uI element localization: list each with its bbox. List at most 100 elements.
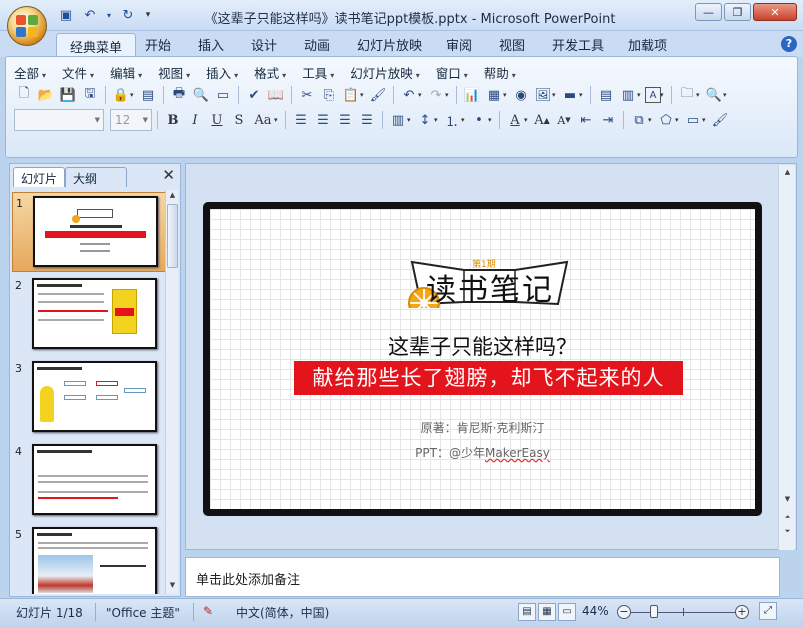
office-button[interactable] <box>7 6 47 46</box>
slide-layout-icon[interactable]: ▥ <box>618 85 638 105</box>
scrollbar-thumb[interactable] <box>167 204 178 268</box>
undo-dropdown-icon[interactable]: ▾ <box>104 6 114 24</box>
menu-edit[interactable]: 编辑 ▾ <box>110 63 142 82</box>
menu-tools[interactable]: 工具 ▾ <box>302 63 334 82</box>
print-icon[interactable]: 🖶 <box>169 85 189 105</box>
spelling-icon[interactable]: ✔ <box>244 85 264 105</box>
menu-all[interactable]: 全部 ▾ <box>14 63 46 82</box>
font-color-button[interactable]: A <box>505 110 525 130</box>
menu-format[interactable]: 格式 ▾ <box>254 63 286 82</box>
slideshow-view-icon[interactable]: ▭ <box>558 603 576 621</box>
help-icon[interactable]: ? <box>781 36 797 52</box>
slide-sorter-view-icon[interactable]: ▦ <box>538 603 556 621</box>
slide-thumbnail[interactable]: 3 <box>12 358 166 438</box>
picture-icon[interactable]: 🖼 <box>533 85 553 105</box>
permission-icon[interactable]: 🔒 <box>111 85 131 105</box>
open-folder-icon[interactable]: 📂 <box>36 85 56 105</box>
next-slide-icon[interactable]: ⏷ <box>782 527 793 539</box>
slide-thumbnail[interactable]: 5 <box>12 524 166 594</box>
save-as-icon[interactable]: 🖫 <box>80 85 100 105</box>
redo-icon[interactable]: ↻ <box>118 6 138 24</box>
scroll-down-icon[interactable]: ▼ <box>782 495 793 507</box>
tab-design[interactable]: 设计 <box>251 35 277 54</box>
scroll-up-icon[interactable]: ▲ <box>167 191 178 203</box>
undo-icon[interactable]: ↶ <box>399 85 419 105</box>
columns-icon[interactable]: ▥ <box>388 110 408 130</box>
slide-thumbnail[interactable]: 4 <box>12 441 166 521</box>
menu-window[interactable]: 窗口 ▾ <box>436 63 468 82</box>
textbox-icon[interactable]: A <box>645 87 661 103</box>
align-center-icon[interactable]: ☰ <box>313 110 333 130</box>
change-case-button[interactable]: Aa <box>251 110 275 130</box>
menu-view[interactable]: 视图 ▾ <box>158 63 190 82</box>
paste-icon[interactable]: 📋 <box>341 85 361 105</box>
redo-icon[interactable]: ↷ <box>426 85 446 105</box>
decrease-indent-icon[interactable]: ⇤ <box>576 110 596 130</box>
numbering-icon[interactable]: ⒈ <box>442 110 462 130</box>
tab-slides[interactable]: 幻灯片 <box>13 167 66 187</box>
shrink-font-button[interactable]: A ▼ <box>554 110 574 130</box>
arrange-icon[interactable]: ⧉ <box>629 110 649 130</box>
save-icon[interactable]: 💾 <box>58 85 78 105</box>
theme-name[interactable]: "Office 主题" <box>106 604 180 621</box>
scroll-down-icon[interactable]: ▼ <box>167 581 178 593</box>
language-status[interactable]: 中文(简体，中国) <box>236 604 329 621</box>
copy-icon[interactable]: ⎘ <box>319 85 339 105</box>
shadow-button[interactable]: S <box>229 110 249 130</box>
table-icon[interactable]: ▦ <box>484 85 504 105</box>
menu-help[interactable]: 帮助 ▾ <box>484 63 516 82</box>
fit-to-window-icon[interactable]: ⤢ <box>759 602 777 620</box>
tab-outline[interactable]: 大纲 <box>65 167 127 187</box>
clipart-icon[interactable]: ◉ <box>511 85 531 105</box>
normal-view-icon[interactable]: ▤ <box>518 603 536 621</box>
italic-button[interactable]: I <box>185 110 205 130</box>
spelling-status-icon[interactable]: ✎ <box>203 604 213 618</box>
tab-classic-menu[interactable]: 经典菜单 <box>56 33 137 58</box>
tab-view[interactable]: 视图 <box>499 35 525 54</box>
close-icon[interactable]: ✕ <box>162 166 175 184</box>
font-size-combo[interactable]: 12 ▼ <box>110 109 152 131</box>
layout-icon[interactable]: ▭ <box>213 85 233 105</box>
find-icon[interactable]: 🔍 <box>704 85 724 105</box>
zoom-out-icon[interactable]: − <box>617 605 631 619</box>
notes-pane[interactable]: 单击此处添加备注 <box>185 557 780 597</box>
quick-styles-icon[interactable]: ▭ <box>683 110 703 130</box>
zoom-slider-thumb[interactable] <box>650 605 658 618</box>
chart-icon[interactable]: 📊 <box>462 85 482 105</box>
tab-insert[interactable]: 插入 <box>198 35 224 54</box>
restore-button[interactable]: ❐ <box>724 3 751 21</box>
scroll-up-icon[interactable]: ▲ <box>782 168 793 180</box>
previous-slide-icon[interactable]: ⏶ <box>782 513 793 525</box>
save-icon[interactable]: ▣ <box>56 6 76 24</box>
tab-slideshow[interactable]: 幻灯片放映 <box>357 35 422 54</box>
menu-file[interactable]: 文件 ▾ <box>62 63 94 82</box>
undo-icon[interactable]: ↶ <box>80 6 100 24</box>
slide-thumbnail[interactable]: 2 <box>12 275 166 355</box>
editor-scrollbar[interactable]: ▲ ▼ ⏶ ⏷ <box>778 165 795 550</box>
shape-fill-icon[interactable]: 🖌 <box>710 110 730 130</box>
increase-indent-icon[interactable]: ⇥ <box>598 110 618 130</box>
zoom-in-icon[interactable]: + <box>735 605 749 619</box>
font-name-combo[interactable]: ▼ <box>14 109 104 131</box>
close-button[interactable]: ✕ <box>753 3 797 21</box>
pdf-icon[interactable]: ▤ <box>138 85 158 105</box>
menu-insert[interactable]: 插入 ▾ <box>206 63 238 82</box>
folder-icon[interactable]: 🗀 <box>677 85 697 105</box>
zoom-level[interactable]: 44% <box>582 604 609 618</box>
format-painter-icon[interactable]: 🖌 <box>368 85 388 105</box>
slide-thumbnail[interactable]: 1 <box>12 192 166 272</box>
tab-developer[interactable]: 开发工具 <box>552 35 604 54</box>
current-slide[interactable]: 第1期 读书笔记 这辈子只能这样吗？ 献给那些长了翅膀，却飞不起来的人 原著：肯… <box>203 202 762 516</box>
tab-addins[interactable]: 加载项 <box>628 35 667 54</box>
bold-button[interactable]: B <box>163 110 183 130</box>
new-file-icon[interactable]: 🗋 <box>14 85 34 105</box>
color-scheme-icon[interactable]: ▬ <box>560 85 580 105</box>
menu-slideshow[interactable]: 幻灯片放映 ▾ <box>350 63 420 82</box>
print-preview-icon[interactable]: 🔍 <box>191 85 211 105</box>
minimize-button[interactable]: — <box>695 3 722 21</box>
tab-review[interactable]: 审阅 <box>446 35 472 54</box>
tab-animation[interactable]: 动画 <box>304 35 330 54</box>
bullets-icon[interactable]: • <box>469 110 489 130</box>
justify-icon[interactable]: ☰ <box>357 110 377 130</box>
research-icon[interactable]: 📖 <box>266 85 286 105</box>
